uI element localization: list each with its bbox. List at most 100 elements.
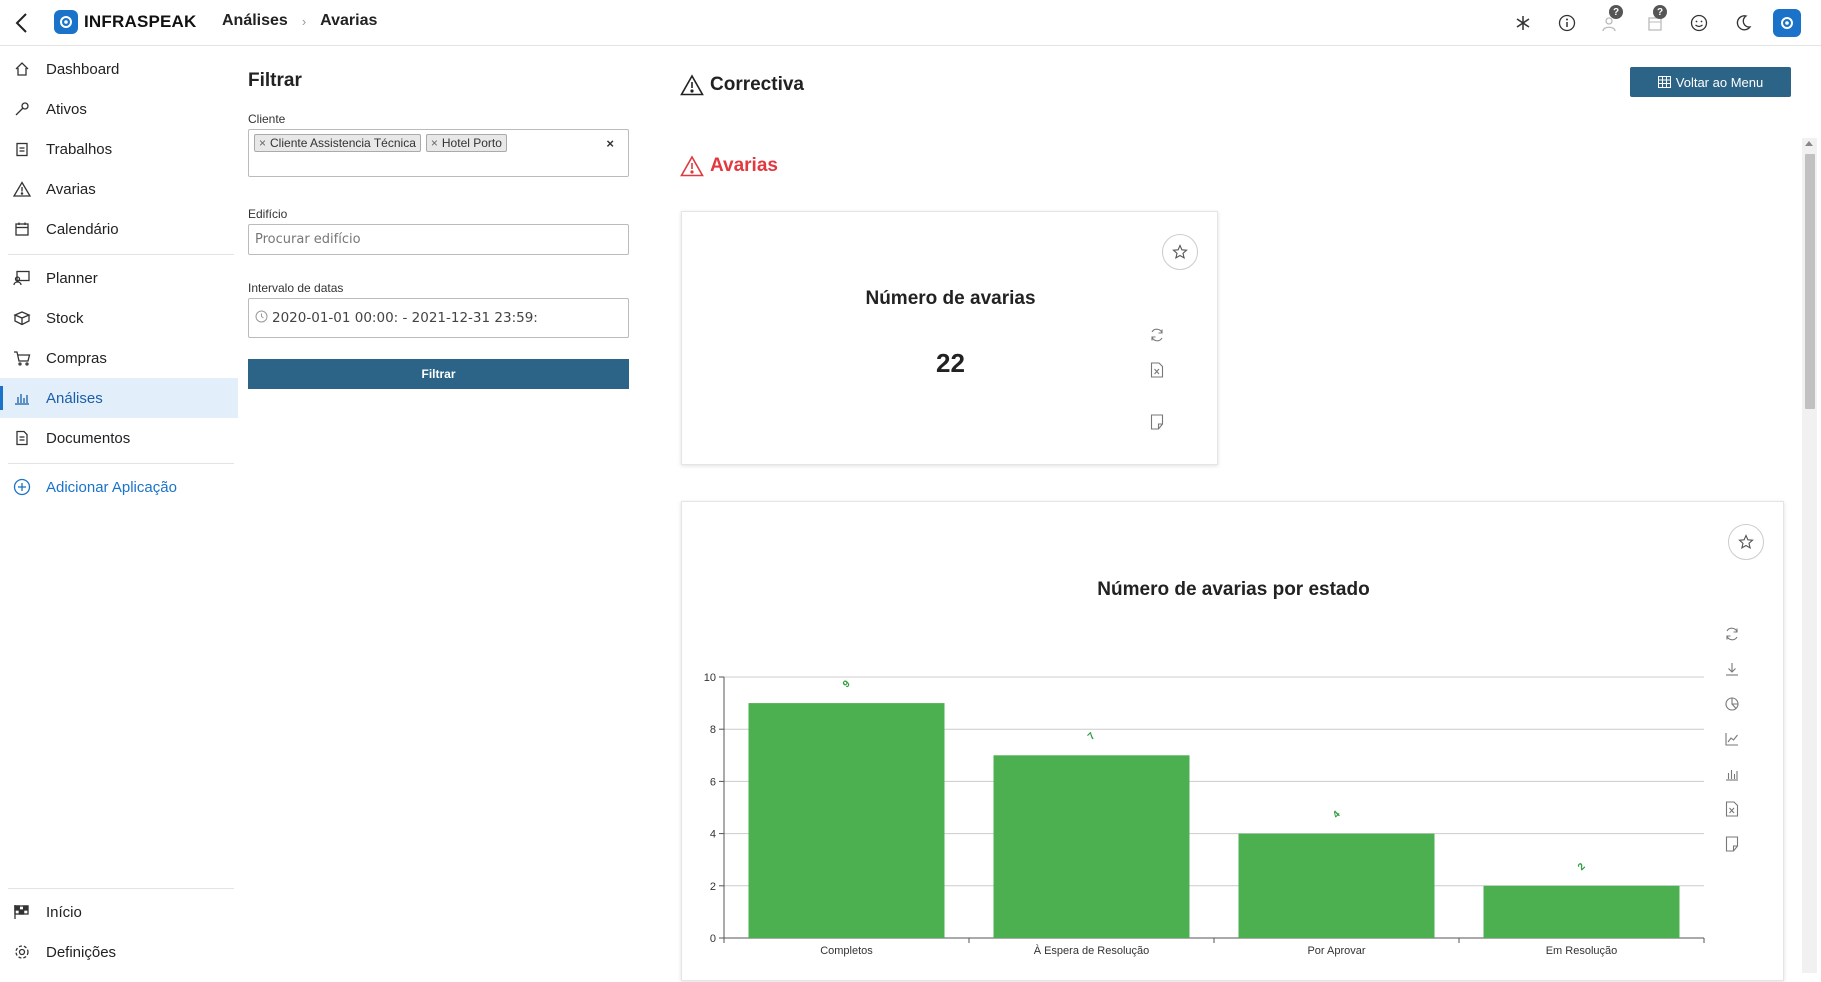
data-label: 2 bbox=[1576, 861, 1588, 873]
moon-icon[interactable] bbox=[1721, 8, 1765, 38]
back-arrow-icon[interactable] bbox=[10, 10, 36, 36]
cart-icon bbox=[12, 348, 32, 368]
warning-icon bbox=[680, 155, 704, 177]
kpi-value: 22 bbox=[936, 348, 965, 378]
sidebar-item-label: Compras bbox=[46, 349, 107, 367]
favorite-star-icon[interactable] bbox=[1162, 234, 1198, 270]
help-badge-icon: ? bbox=[1609, 5, 1623, 19]
brand-name: INFRASPEAK bbox=[84, 12, 197, 31]
x-tick-label: Por Aprovar bbox=[1307, 945, 1365, 957]
asterisk-icon[interactable] bbox=[1501, 8, 1545, 38]
client-tag-label: Hotel Porto bbox=[441, 136, 502, 150]
help-badge-icon: ? bbox=[1653, 5, 1667, 19]
clock-icon bbox=[255, 310, 268, 327]
building-search-input[interactable]: Procurar edifício bbox=[248, 224, 629, 255]
settings-icon bbox=[12, 942, 32, 962]
filter-button[interactable]: Filtrar bbox=[248, 359, 629, 389]
warning-icon bbox=[12, 179, 32, 199]
logo-icon bbox=[54, 10, 78, 34]
sidebar-item-analises[interactable]: Análises bbox=[0, 378, 238, 418]
back-to-menu-label: Voltar ao Menu bbox=[1675, 74, 1764, 90]
flag-icon bbox=[12, 902, 32, 922]
bar-chart-icon bbox=[12, 388, 32, 408]
sidebar-item-label: Stock bbox=[46, 309, 84, 327]
kpi-card: Número de avarias 22 bbox=[681, 211, 1218, 465]
calendar-help-icon[interactable]: ? bbox=[1633, 5, 1677, 38]
sidebar-item-documentos[interactable]: Documentos bbox=[0, 418, 238, 458]
sidebar-item-planner[interactable]: Planner bbox=[0, 258, 238, 298]
planner-icon bbox=[12, 268, 32, 288]
sidebar-item-calendario[interactable]: Calendário bbox=[0, 209, 238, 249]
page-title-text: Correctiva bbox=[710, 74, 804, 95]
wrench-icon bbox=[12, 99, 32, 119]
plus-circle-icon bbox=[12, 477, 32, 497]
date-range-input[interactable]: 2020-01-01 00:00: - 2021-12-31 23:59: bbox=[248, 298, 629, 338]
remove-tag-icon[interactable]: × bbox=[431, 136, 438, 150]
section-title-text: Avarias bbox=[710, 155, 778, 176]
section-title: Avarias bbox=[680, 155, 778, 177]
sidebar-item-inicio[interactable]: Início bbox=[0, 892, 238, 932]
note-icon[interactable] bbox=[1147, 412, 1167, 432]
box-icon bbox=[12, 308, 32, 328]
kpi-title: Número de avarias bbox=[865, 288, 1036, 309]
data-label: 7 bbox=[1086, 730, 1098, 742]
sidebar-item-dashboard[interactable]: Dashboard bbox=[0, 49, 238, 89]
remove-tag-icon[interactable]: × bbox=[259, 136, 266, 150]
bar bbox=[748, 703, 945, 938]
breadcrumb-analises[interactable]: Análises bbox=[222, 12, 288, 30]
active-indicator bbox=[0, 386, 3, 410]
top-bar: INFRASPEAK Análises › Avarias ? ? bbox=[0, 0, 1821, 46]
back-to-menu-button[interactable]: Voltar ao Menu bbox=[1630, 67, 1791, 97]
sidebar: Dashboard Ativos Trabalhos Avarias Calen… bbox=[0, 47, 238, 973]
scrollbar[interactable] bbox=[1802, 138, 1817, 973]
calendar-icon bbox=[12, 219, 32, 239]
home-icon bbox=[12, 59, 32, 79]
sidebar-item-avarias[interactable]: Avarias bbox=[0, 169, 238, 209]
sidebar-item-label: Definições bbox=[46, 943, 117, 961]
y-tick-label: 6 bbox=[710, 776, 716, 788]
clear-selection-icon[interactable]: × bbox=[606, 136, 614, 151]
y-tick-label: 4 bbox=[710, 829, 716, 841]
scroll-up-icon[interactable] bbox=[1805, 141, 1813, 146]
sidebar-item-label: Trabalhos bbox=[46, 140, 113, 158]
bar bbox=[1483, 885, 1680, 938]
refresh-icon[interactable] bbox=[1147, 325, 1167, 345]
bar bbox=[993, 755, 1190, 938]
sidebar-item-definicoes[interactable]: Definições bbox=[0, 932, 238, 972]
clipboard-icon bbox=[12, 139, 32, 159]
y-tick-label: 2 bbox=[710, 881, 716, 893]
table-icon bbox=[1657, 76, 1671, 88]
client-multiselect[interactable]: × Cliente Assistencia Técnica × Hotel Port… bbox=[248, 129, 629, 177]
sidebar-divider bbox=[8, 463, 234, 464]
x-tick-label: À Espera de Resolução bbox=[1034, 944, 1150, 957]
bar bbox=[1238, 833, 1435, 938]
y-tick-label: 0 bbox=[710, 933, 716, 945]
filter-panel: Filtrar Cliente × Cliente Assistencia Téc… bbox=[248, 70, 630, 389]
warning-icon bbox=[680, 74, 704, 96]
sidebar-item-label: Início bbox=[46, 903, 82, 921]
sidebar-item-label: Calendário bbox=[46, 220, 119, 238]
app-avatar[interactable] bbox=[1765, 8, 1809, 38]
bar-chart: 0 2 4 6 8 10 9 Completos 7 À Espera de Resolução 4… bbox=[704, 672, 1705, 957]
sidebar-item-ativos[interactable]: Ativos bbox=[0, 89, 238, 129]
data-label: 4 bbox=[1331, 809, 1343, 821]
add-app-label: Adicionar Aplicação bbox=[46, 478, 177, 496]
sidebar-add-application[interactable]: Adicionar Aplicação bbox=[0, 467, 238, 507]
breadcrumb: Análises › Avarias bbox=[222, 12, 377, 30]
sidebar-divider bbox=[8, 888, 234, 889]
building-label: Edifício bbox=[248, 207, 288, 221]
date-range-value: 2020-01-01 00:00: - 2021-12-31 23:59: bbox=[272, 310, 538, 326]
y-tick-label: 8 bbox=[710, 724, 716, 736]
excel-export-icon[interactable] bbox=[1147, 360, 1167, 380]
y-tick-label: 10 bbox=[704, 672, 716, 684]
x-tick-label: Em Resolução bbox=[1546, 945, 1618, 957]
sidebar-item-compras[interactable]: Compras bbox=[0, 338, 238, 378]
info-icon[interactable] bbox=[1545, 8, 1589, 38]
team-help-icon[interactable]: ? bbox=[1589, 5, 1633, 38]
sidebar-item-trabalhos[interactable]: Trabalhos bbox=[0, 129, 238, 169]
sidebar-item-label: Análises bbox=[46, 389, 103, 407]
sidebar-item-stock[interactable]: Stock bbox=[0, 298, 238, 338]
brand-logo[interactable]: INFRASPEAK bbox=[54, 10, 197, 34]
smiley-icon[interactable] bbox=[1677, 8, 1721, 38]
scrollbar-thumb[interactable] bbox=[1805, 154, 1815, 409]
